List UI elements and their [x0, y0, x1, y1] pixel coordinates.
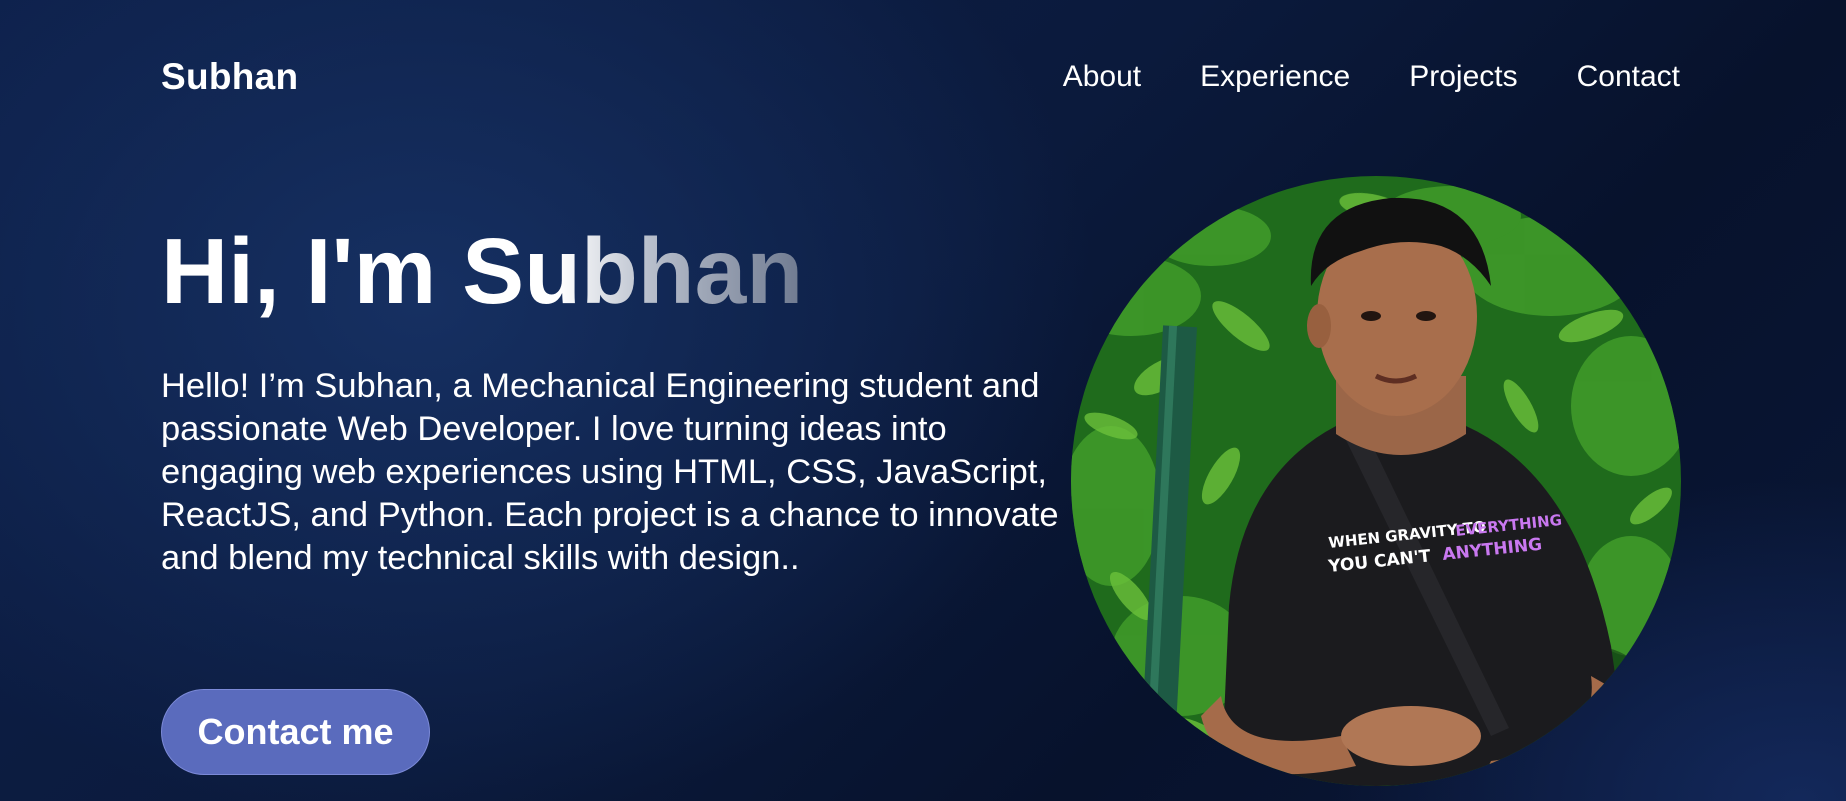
main-nav: About Experience Projects Contact	[1063, 60, 1680, 94]
hero-description: Hello! I’m Subhan, a Mechanical Engineer…	[161, 367, 1059, 577]
hero-title: Hi, I'm Subhan	[161, 219, 804, 323]
site-logo[interactable]: Subhan	[161, 56, 298, 98]
nav-contact[interactable]: Contact	[1577, 60, 1680, 94]
nav-about[interactable]: About	[1063, 60, 1141, 94]
profile-photo: WHEN GRAVITY TO EVERYTHING YOU CAN'T ANY…	[1071, 176, 1681, 786]
nav-experience[interactable]: Experience	[1200, 60, 1350, 94]
nav-projects[interactable]: Projects	[1409, 60, 1517, 94]
contact-me-button[interactable]: Contact me	[161, 689, 430, 775]
